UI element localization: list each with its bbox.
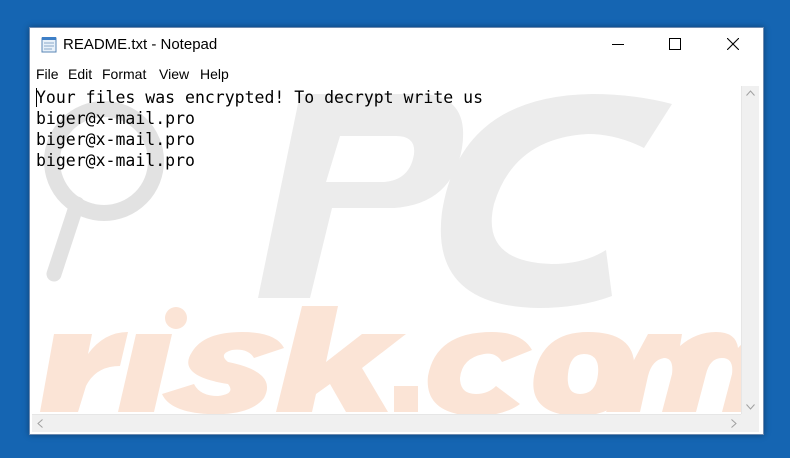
- notepad-icon: [40, 36, 58, 53]
- watermark-letters-risk-com: [40, 306, 741, 414]
- scroll-right-arrow-icon[interactable]: [731, 419, 737, 428]
- editor-line: biger@x-mail.pro: [36, 109, 195, 128]
- maximize-icon: [669, 38, 681, 50]
- editor-line: biger@x-mail.pro: [36, 151, 195, 170]
- horizontal-scrollbar[interactable]: [32, 414, 741, 432]
- menu-edit[interactable]: Edit: [68, 66, 92, 82]
- menu-help[interactable]: Help: [200, 66, 229, 82]
- menu-view[interactable]: View: [159, 66, 189, 82]
- maximize-button[interactable]: [652, 28, 698, 60]
- scroll-down-arrow-icon[interactable]: [746, 404, 755, 410]
- vertical-scrollbar[interactable]: [741, 86, 759, 414]
- editor-line: Your files was encrypted! To decrypt wri…: [36, 88, 484, 107]
- scroll-up-arrow-icon[interactable]: [746, 90, 755, 96]
- scroll-left-arrow-icon[interactable]: [37, 419, 43, 428]
- menu-bar: File Edit Format View Help: [30, 64, 763, 86]
- text-editor[interactable]: Your files was encrypted! To decrypt wri…: [32, 86, 741, 414]
- close-button[interactable]: [710, 28, 756, 60]
- window-title: README.txt - Notepad: [63, 36, 218, 53]
- notepad-window: README.txt - Notepad File Edit Format Vi…: [29, 27, 764, 435]
- title-bar[interactable]: README.txt - Notepad: [30, 28, 763, 60]
- menu-file[interactable]: File: [36, 66, 59, 82]
- menu-format[interactable]: Format: [102, 66, 146, 82]
- scrollbar-corner: [741, 414, 759, 432]
- editor-line: biger@x-mail.pro: [36, 130, 195, 149]
- minimize-button[interactable]: [595, 28, 641, 60]
- minimize-icon: [612, 44, 624, 45]
- close-icon: [727, 38, 739, 50]
- watermark-letters-pc: [258, 94, 672, 308]
